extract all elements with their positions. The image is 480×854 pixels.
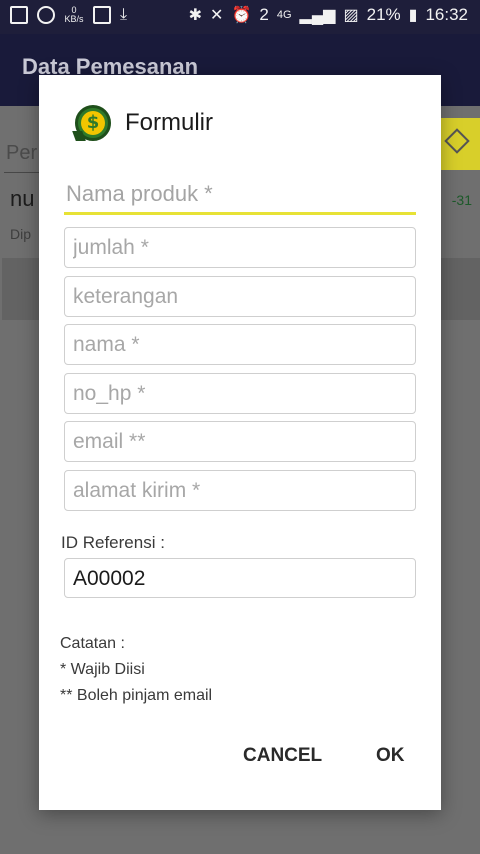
notes-line-email: ** Boleh pinjam email bbox=[60, 687, 213, 704]
keterangan-input[interactable] bbox=[64, 276, 416, 317]
network-speed: 0 KB/s bbox=[64, 5, 84, 24]
alarm-icon bbox=[37, 6, 55, 24]
battery-percent: 21% bbox=[366, 5, 401, 24]
id-referensi-value: A00002 bbox=[64, 558, 416, 598]
mute-icon: ✕ bbox=[210, 7, 224, 24]
cancel-button[interactable]: CANCEL bbox=[243, 745, 322, 767]
list-item-subtitle: Dip bbox=[10, 226, 32, 242]
sim-badge: 2 bbox=[259, 5, 269, 24]
search-input[interactable]: Per bbox=[6, 142, 37, 165]
signal-icon: ▂▄▆ bbox=[299, 7, 336, 24]
email-field[interactable] bbox=[64, 421, 416, 462]
screenshot-icon bbox=[93, 6, 111, 24]
email-input[interactable] bbox=[64, 421, 416, 462]
keterangan-field[interactable] bbox=[64, 276, 416, 317]
id-referensi-label: ID Referensi : bbox=[61, 533, 165, 552]
nama-field[interactable] bbox=[64, 324, 416, 365]
signal-2-icon: ▨ bbox=[343, 7, 359, 24]
alamat-kirim-field[interactable] bbox=[64, 470, 416, 511]
battery-icon: ▮ bbox=[408, 7, 418, 24]
tag-icon bbox=[444, 128, 470, 154]
dialog-header: $ Formulir bbox=[72, 103, 213, 143]
money-bag-icon: $ bbox=[72, 105, 111, 141]
list-item-title: nu bbox=[10, 186, 35, 211]
tag-button[interactable] bbox=[436, 118, 480, 170]
bluetooth-icon: ✱ bbox=[188, 7, 203, 24]
jumlah-field[interactable] bbox=[64, 227, 416, 268]
no-hp-input[interactable] bbox=[64, 373, 416, 414]
nama-produk-input[interactable] bbox=[64, 175, 416, 215]
clock: 16:32 bbox=[425, 5, 468, 24]
dialog-title: Formulir bbox=[125, 109, 213, 136]
no-hp-field[interactable] bbox=[64, 373, 416, 414]
jumlah-input[interactable] bbox=[64, 227, 416, 268]
list-item-date: -31 bbox=[451, 192, 472, 208]
status-bar: 0 KB/s ⤓ ✱ ✕ ⏰ 2 4G ▂▄▆ ▨ 21% ▮ 16:32 bbox=[0, 0, 480, 34]
gallery-icon bbox=[10, 6, 28, 24]
network-type: 4G bbox=[276, 9, 292, 21]
notes-heading: Catatan : bbox=[60, 635, 125, 652]
ok-button[interactable]: OK bbox=[376, 745, 405, 767]
notes: Catatan : * Wajib Diisi ** Boleh pinjam … bbox=[60, 631, 212, 709]
alarm-clock-icon: ⏰ bbox=[231, 7, 252, 24]
nama-produk-field[interactable] bbox=[64, 175, 416, 215]
alamat-kirim-input[interactable] bbox=[64, 470, 416, 511]
notes-line-required: * Wajib Diisi bbox=[60, 661, 145, 678]
download-icon: ⤓ bbox=[120, 6, 128, 23]
form-dialog: $ Formulir ID Referensi : A00002 Catatan… bbox=[39, 75, 441, 810]
nama-input[interactable] bbox=[64, 324, 416, 365]
